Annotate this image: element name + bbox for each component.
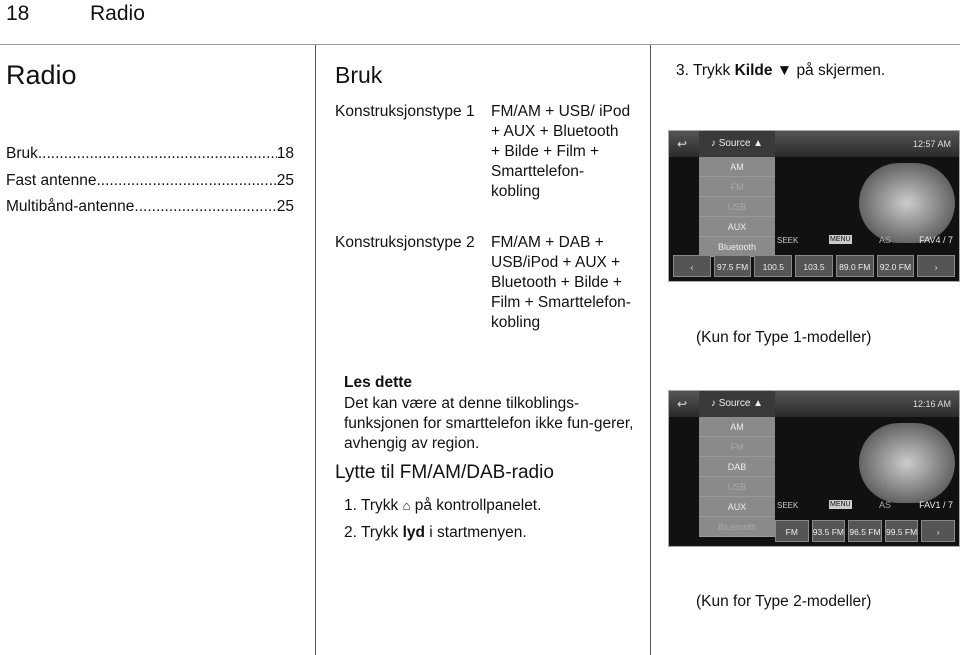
menu-item: FM: [699, 177, 775, 197]
preset-bar: ‹ 97.5 FM 100.5 FM 103.5 FM 89.0 FM 92.0…: [673, 255, 956, 277]
menu-item: AUX: [699, 497, 775, 517]
menu-item: Bluetooth: [699, 517, 775, 537]
column-divider: [315, 45, 316, 655]
preset: 103.5 FM: [795, 255, 833, 277]
next-icon: ›: [917, 255, 956, 277]
menu-item: FM: [699, 437, 775, 457]
step-text: på kontrollpanelet.: [414, 497, 542, 514]
preset-bar: FM 93.5 FM 96.5 FM 99.5 FM ›: [775, 520, 955, 542]
menu-item: USB: [699, 477, 775, 497]
preset: 99.5 FM: [884, 520, 919, 542]
source-button: ♪ Source ▲: [699, 391, 775, 417]
preset: 93.5 FM: [811, 520, 846, 542]
home-icon: ⌂: [402, 498, 411, 513]
clock: 12:16 AM: [912, 399, 951, 409]
toc-leader: ........................................…: [37, 145, 277, 162]
caption: (Kun for Type 1-modeller): [696, 329, 872, 346]
menu-item: Bluetooth: [699, 237, 775, 257]
radio-screen-type1: ↩ 12:57 AM ♪ Source ▲ AM FM USB AUX Blue…: [668, 130, 960, 282]
toc-page: 25: [276, 198, 294, 215]
step-2: 2. Trykk lyd i startmenyen.: [344, 524, 527, 542]
toc-entry[interactable]: Multibånd-antenne ......................…: [6, 198, 294, 216]
column-divider: [650, 45, 651, 655]
toc-leader: ........................................…: [134, 198, 277, 215]
source-menu: AM FM USB AUX Bluetooth: [699, 157, 775, 257]
step-text: 3. Trykk: [676, 62, 731, 79]
type-label: Konstruksjonstype 1: [335, 103, 475, 120]
next-icon: ›: [921, 520, 955, 542]
type-value: FM/AM + USB/ iPod + AUX + Bluetooth + Bi…: [491, 103, 631, 200]
menu-item: USB: [699, 197, 775, 217]
subsection-title: Lytte til FM/AM/DAB-radio: [335, 462, 554, 483]
seek-label: SEEK: [777, 236, 799, 245]
fav-indicator: FAV1 / 7: [919, 500, 953, 510]
back-icon: ↩: [677, 137, 688, 151]
radio-screen-type2: ↩ 12:16 AM ♪ Source ▲ AM FM DAB USB AUX …: [668, 390, 960, 547]
step-text: på skjermen.: [796, 62, 886, 79]
step-text: 2. Trykk: [344, 524, 399, 541]
clock: 12:57 AM: [912, 139, 951, 149]
seek-label: SEEK: [777, 501, 799, 510]
step-text: i startmenyen.: [429, 524, 527, 541]
step-1: 1. Trykk ⌂ på kontrollpanelet.: [344, 497, 541, 515]
step-3: 3. Trykk Kilde ▼ på skjermen.: [676, 62, 885, 80]
source-button: ♪ Source ▲: [699, 131, 775, 157]
note-body: Det kan være at denne tilkoblings-funksj…: [344, 395, 634, 452]
menu-item: DAB: [699, 457, 775, 477]
header-divider: [0, 44, 960, 45]
preset: FM: [775, 520, 809, 542]
toc-leader: ........................................…: [96, 172, 277, 189]
bruk-heading: Bruk: [335, 62, 383, 88]
page-number: 18: [6, 2, 30, 25]
chapter-title: Radio: [90, 2, 145, 25]
toc-label: Bruk: [6, 145, 38, 162]
fav-indicator: FAV4 / 7: [919, 235, 953, 245]
preset: 96.5 FM: [848, 520, 882, 542]
menu-button: MENU: [829, 500, 852, 509]
preset: 92.0 FM: [876, 255, 915, 277]
menu-item: AM: [699, 157, 775, 177]
toc-page: 18: [276, 145, 294, 162]
toc-entry[interactable]: Fast antenne ...........................…: [6, 172, 294, 190]
step-keyword: lyd: [402, 524, 425, 541]
menu-item: AM: [699, 417, 775, 437]
as-button: AS: [879, 235, 892, 245]
preset: 100.5 FM: [754, 255, 793, 277]
step-keyword: Kilde ▼: [734, 62, 793, 79]
source-menu: AM FM DAB USB AUX Bluetooth: [699, 417, 775, 537]
section-title: Radio: [6, 60, 77, 90]
step-text: 1. Trykk: [344, 497, 399, 514]
album-art: [859, 423, 955, 503]
album-art: [859, 163, 955, 243]
caption: (Kun for Type 2-modeller): [696, 593, 872, 610]
as-button: AS: [879, 500, 892, 510]
back-icon: ↩: [677, 397, 688, 411]
toc-label: Multibånd-antenne: [6, 198, 135, 215]
note-title: Les dette: [344, 374, 413, 391]
menu-item: AUX: [699, 217, 775, 237]
preset: 97.5 FM: [713, 255, 752, 277]
toc-label: Fast antenne: [6, 172, 97, 189]
type-value: FM/AM + DAB + USB/iPod + AUX + Bluetooth…: [491, 234, 631, 331]
toc-entry[interactable]: Bruk ...................................…: [6, 145, 294, 163]
preset: 89.0 FM: [835, 255, 874, 277]
menu-button: MENU: [829, 235, 852, 244]
toc-page: 25: [276, 172, 294, 189]
prev-icon: ‹: [673, 255, 711, 277]
type-label: Konstruksjonstype 2: [335, 234, 475, 251]
